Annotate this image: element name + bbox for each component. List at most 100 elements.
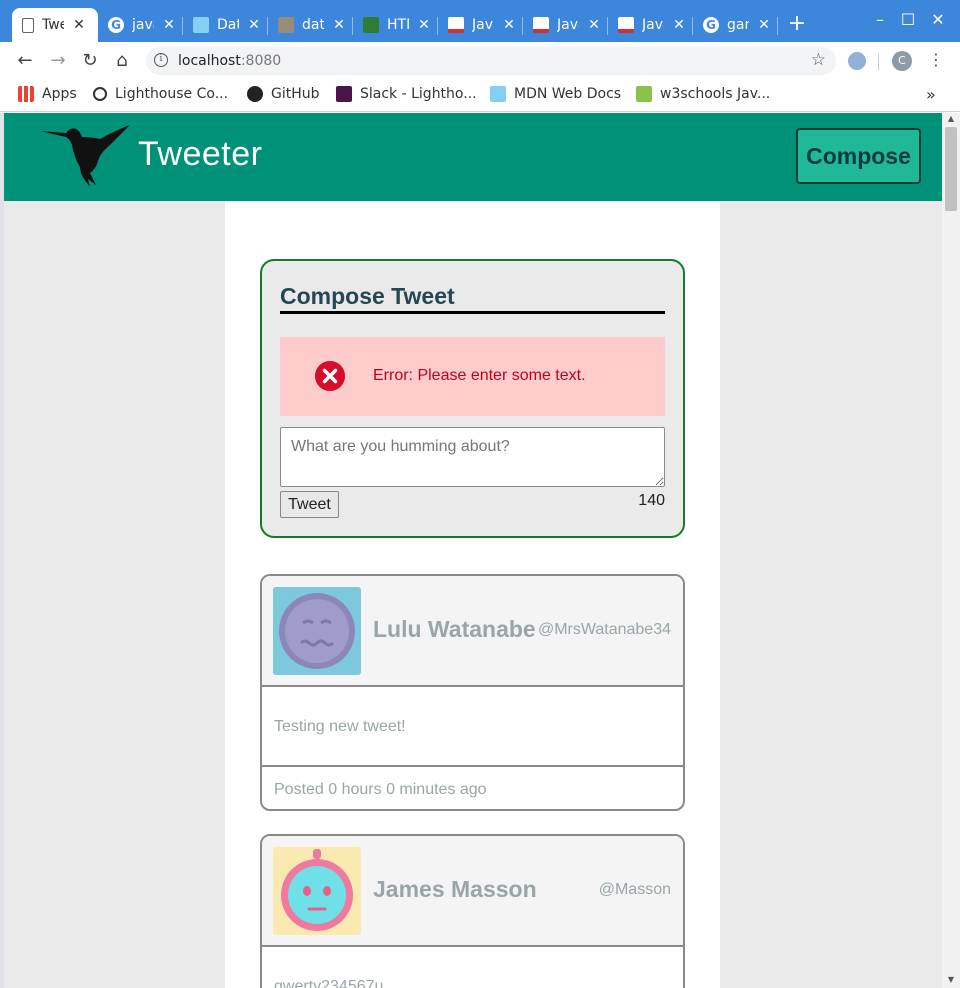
bookmark-label: GitHub <box>271 86 320 102</box>
tweet-body: Testing new tweet! <box>262 689 683 767</box>
compose-tweet-section: Compose Tweet Error: Please enter some t… <box>260 259 685 538</box>
character-counter: 140 <box>638 492 665 509</box>
bookmark-slack[interactable]: Slack - Lightho... <box>336 86 477 102</box>
close-tab-icon[interactable]: ✕ <box>672 17 686 33</box>
tweet-card: Lulu Watanabe @MrsWatanabe34 Testing new… <box>260 574 685 811</box>
html-icon <box>363 17 379 33</box>
tab-java-3[interactable]: Java ✕ <box>608 8 693 42</box>
bookmark-w3schools[interactable]: w3schools Jav... <box>636 86 770 102</box>
close-tab-icon[interactable]: ✕ <box>247 17 261 33</box>
top-nav: Tweeter Compose <box>4 113 942 201</box>
bookmark-label: w3schools Jav... <box>660 86 771 102</box>
close-tab-icon[interactable]: ✕ <box>757 17 771 33</box>
brand-title: Tweeter <box>138 135 263 173</box>
tab-title: Java <box>472 17 494 33</box>
page-icon <box>22 17 34 33</box>
menu-icon[interactable]: ⋮ <box>928 50 944 69</box>
extension-icon[interactable] <box>848 52 866 70</box>
close-tab-icon[interactable]: ✕ <box>72 17 86 33</box>
main-container: Compose Tweet Error: Please enter some t… <box>225 201 720 988</box>
new-tab-button[interactable]: + <box>786 12 808 36</box>
tab-javascript[interactable]: G javascript ✕ <box>98 8 183 42</box>
tab-data-2[interactable]: data ✕ <box>268 8 353 42</box>
tab-title: data <box>302 17 324 33</box>
tab-strip: Tweeter ✕ G javascript ✕ Data ✕ data ✕ H… <box>0 0 960 42</box>
back-icon[interactable]: ← <box>14 50 36 72</box>
w3schools-icon <box>448 17 464 33</box>
w3schools-icon <box>533 17 549 33</box>
toolbar-separator <box>878 54 879 70</box>
tab-title: Java <box>642 17 664 33</box>
w3schools-icon <box>618 17 634 33</box>
bookmark-star-icon[interactable]: ☆ <box>811 50 826 70</box>
profile-avatar[interactable]: C <box>892 51 912 71</box>
home-icon[interactable]: ⌂ <box>111 50 133 72</box>
tweet-author-handle: @Masson <box>598 881 671 898</box>
minimize-icon[interactable]: – <box>868 10 892 29</box>
tab-title: Java <box>557 17 579 33</box>
url-port: :8080 <box>240 53 282 69</box>
forward-icon[interactable]: → <box>47 50 69 72</box>
reload-icon[interactable]: ↻ <box>79 50 101 72</box>
tweet-card: James Masson @Masson qwerty234567u <box>260 834 685 988</box>
bookmark-lighthouse[interactable]: Lighthouse Co... <box>93 86 228 102</box>
mdn-icon <box>193 17 209 33</box>
close-tab-icon[interactable]: ✕ <box>162 17 176 33</box>
compose-title: Compose Tweet <box>280 283 665 314</box>
close-tab-icon[interactable]: ✕ <box>417 17 431 33</box>
bookmark-mdn[interactable]: MDN Web Docs <box>490 86 621 102</box>
tab-data[interactable]: Data ✕ <box>183 8 268 42</box>
close-window-icon[interactable]: ✕ <box>926 10 950 29</box>
scroll-up-arrow-icon[interactable]: ▲ <box>942 113 960 125</box>
tab-separator <box>777 17 778 35</box>
tab-title: Tweeter <box>42 17 64 33</box>
tweet-author-name: James Masson <box>373 876 537 902</box>
bookmark-label: MDN Web Docs <box>514 86 622 102</box>
tweet-submit-button[interactable]: Tweet <box>280 491 339 518</box>
scroll-down-arrow-icon[interactable]: ▼ <box>942 974 960 986</box>
tab-java-2[interactable]: Java ✕ <box>523 8 608 42</box>
w3schools-icon <box>636 86 652 102</box>
maximize-icon[interactable]: ☐ <box>896 10 920 29</box>
tab-gar[interactable]: G gar ✕ <box>693 8 778 42</box>
tab-title: HTML <box>387 17 409 33</box>
mdn-icon <box>490 86 506 102</box>
hummingbird-logo-icon <box>40 125 130 187</box>
close-tab-icon[interactable]: ✕ <box>332 17 346 33</box>
tweet-author-name: Lulu Watanabe <box>373 616 536 642</box>
tweet-footer: Posted 0 hours 0 minutes ago <box>262 769 683 809</box>
google-icon: G <box>108 17 124 33</box>
person-icon <box>278 17 294 33</box>
tweet-textarea[interactable] <box>280 427 665 487</box>
google-icon: G <box>703 17 719 33</box>
bookmark-label: Slack - Lightho... <box>360 86 477 102</box>
close-tab-icon[interactable]: ✕ <box>587 17 601 33</box>
tab-tweeter[interactable]: Tweeter ✕ <box>12 8 98 42</box>
tab-title: Data <box>217 17 239 33</box>
error-text: Error: Please enter some text. <box>373 367 586 384</box>
tweet-body: qwerty234567u <box>262 949 683 988</box>
compose-toggle-button[interactable]: Compose <box>796 128 921 184</box>
lighthouse-icon <box>93 87 107 101</box>
close-tab-icon[interactable]: ✕ <box>502 17 516 33</box>
apps-grid-icon <box>18 86 34 102</box>
error-x-icon <box>315 361 345 391</box>
address-bar[interactable]: i localhost:8080 ☆ <box>146 47 836 75</box>
bookmarks-bar: Apps Lighthouse Co... GitHub Slack - Lig… <box>0 80 960 112</box>
bookmark-apps[interactable]: Apps <box>18 86 77 102</box>
tweet-header: Lulu Watanabe @MrsWatanabe34 <box>262 576 683 687</box>
bookmark-label: Lighthouse Co... <box>115 86 229 102</box>
tab-title: gar <box>727 17 749 33</box>
more-bookmarks-icon[interactable]: » <box>926 85 936 104</box>
tweet-text: qwerty234567u <box>274 978 384 988</box>
bookmark-label: Apps <box>42 86 77 102</box>
tweet-text: Testing new tweet! <box>274 718 406 735</box>
page-viewport: Tweeter Compose Compose Tweet Error: Ple… <box>4 113 942 988</box>
site-info-icon[interactable]: i <box>154 53 168 67</box>
scroll-thumb[interactable] <box>945 127 957 211</box>
bookmark-github[interactable]: GitHub <box>247 86 320 102</box>
error-message: Error: Please enter some text. <box>280 337 665 416</box>
page-scrollbar[interactable]: ▲ ▼ <box>942 113 960 988</box>
tab-html[interactable]: HTML ✕ <box>353 8 438 42</box>
tab-java-1[interactable]: Java ✕ <box>438 8 523 42</box>
